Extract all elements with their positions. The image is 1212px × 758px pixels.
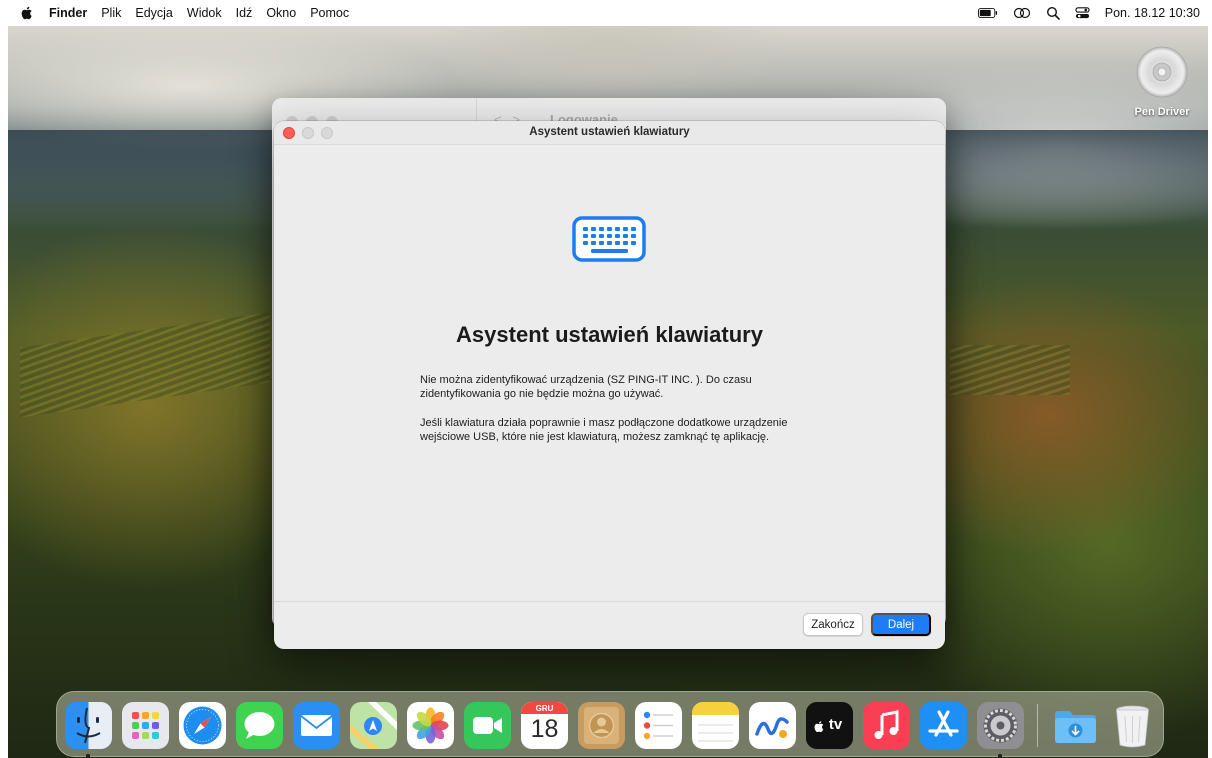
app-store-icon <box>920 702 967 749</box>
photos-icon <box>407 702 454 749</box>
keyboard-setup-window: Asystent ustawień klawiatury Asystent us… <box>274 121 945 649</box>
keyboard-layout-icon[interactable] <box>1013 6 1031 20</box>
dock-system-settings[interactable] <box>977 702 1024 749</box>
window-title: Asystent ustawień klawiatury <box>529 126 690 138</box>
spotlight-search-icon[interactable] <box>1046 6 1060 20</box>
dock-reminders[interactable] <box>635 702 682 749</box>
control-center-icon[interactable] <box>1075 6 1090 20</box>
dock-contacts[interactable] <box>578 702 625 749</box>
dock-trash[interactable] <box>1109 702 1156 749</box>
menu-bar: Finder Plik Edycja Widok Idź Okno Pomoc <box>0 0 1212 26</box>
desktop-disk-label: Pen Driver <box>1134 106 1190 118</box>
freeform-icon <box>749 702 796 749</box>
menu-bar-clock[interactable]: Pon. 18.12 10:30 <box>1105 6 1200 20</box>
dock-mail[interactable] <box>293 702 340 749</box>
dock-app-store[interactable] <box>920 702 967 749</box>
desktop-screen: Finder Plik Edycja Widok Idź Okno Pomoc <box>0 0 1212 758</box>
close-app-hint: Jeśli klawiatura działa poprawnie i masz… <box>420 417 788 443</box>
mail-icon <box>293 702 340 749</box>
launchpad-icon <box>122 702 169 749</box>
desktop-disk-item[interactable]: Pen Driver <box>1122 45 1202 125</box>
status-menu-area: Pon. 18.12 10:30 <box>977 0 1200 26</box>
reminders-icon <box>635 702 682 749</box>
finder-running-indicator <box>86 754 90 758</box>
dock-tv[interactable]: tv <box>806 702 853 749</box>
next-button[interactable]: Dalej <box>871 613 931 636</box>
tv-label: tv <box>828 716 843 733</box>
quit-button[interactable]: Zakończ <box>803 613 863 636</box>
battery-icon[interactable] <box>977 6 998 20</box>
menu-view[interactable]: Widok <box>187 6 222 20</box>
safari-icon <box>179 702 226 749</box>
unidentified-device-message: Nie można zidentyfikować urządzenia (SZ … <box>420 374 752 400</box>
wallpaper-vineyard-right <box>950 345 1070 395</box>
window-titlebar: Asystent ustawień klawiatury <box>274 121 945 145</box>
maps-icon <box>350 702 397 749</box>
calendar-day: 18 <box>530 715 559 743</box>
dock-freeform[interactable] <box>749 702 796 749</box>
system-settings-running-indicator <box>998 754 1002 758</box>
dock-maps[interactable] <box>350 702 397 749</box>
calendar-month: GRU <box>535 704 554 713</box>
menu-file[interactable]: Plik <box>101 6 121 20</box>
menu-window[interactable]: Okno <box>266 6 296 20</box>
facetime-icon <box>464 702 511 749</box>
dock-facetime[interactable] <box>464 702 511 749</box>
dock-notes[interactable] <box>692 702 739 749</box>
menu-go[interactable]: Idź <box>236 6 253 20</box>
trash-icon <box>1116 705 1149 748</box>
keyboard-icon <box>572 216 646 262</box>
menu-help[interactable]: Pomoc <box>310 6 349 20</box>
menu-edit[interactable]: Edycja <box>135 6 173 20</box>
dock: GRU 18 tv <box>56 691 1164 758</box>
dock-photos[interactable] <box>407 702 454 749</box>
assistant-content: Asystent ustawień klawiatury Nie można z… <box>274 146 945 601</box>
dock-launchpad[interactable] <box>122 702 169 749</box>
dock-messages[interactable] <box>236 702 283 749</box>
contacts-icon <box>578 702 625 749</box>
menu-app-name[interactable]: Finder <box>49 6 87 20</box>
optical-disk-icon <box>1136 46 1188 98</box>
dock-calendar[interactable]: GRU 18 <box>521 702 568 749</box>
assistant-heading: Asystent ustawień klawiatury <box>456 322 763 347</box>
dock-separator <box>1037 704 1038 747</box>
system-settings-icon <box>977 702 1024 749</box>
footer-divider <box>274 601 945 602</box>
finder-icon <box>65 702 112 749</box>
notes-icon <box>692 702 739 749</box>
music-icon <box>863 702 910 749</box>
dock-downloads[interactable] <box>1052 702 1099 749</box>
downloads-folder-icon <box>1055 711 1096 743</box>
dock-finder[interactable] <box>65 702 112 749</box>
dock-music[interactable] <box>863 702 910 749</box>
dock-safari[interactable] <box>179 702 226 749</box>
messages-icon <box>236 702 283 749</box>
apple-menu-icon[interactable] <box>19 5 35 21</box>
